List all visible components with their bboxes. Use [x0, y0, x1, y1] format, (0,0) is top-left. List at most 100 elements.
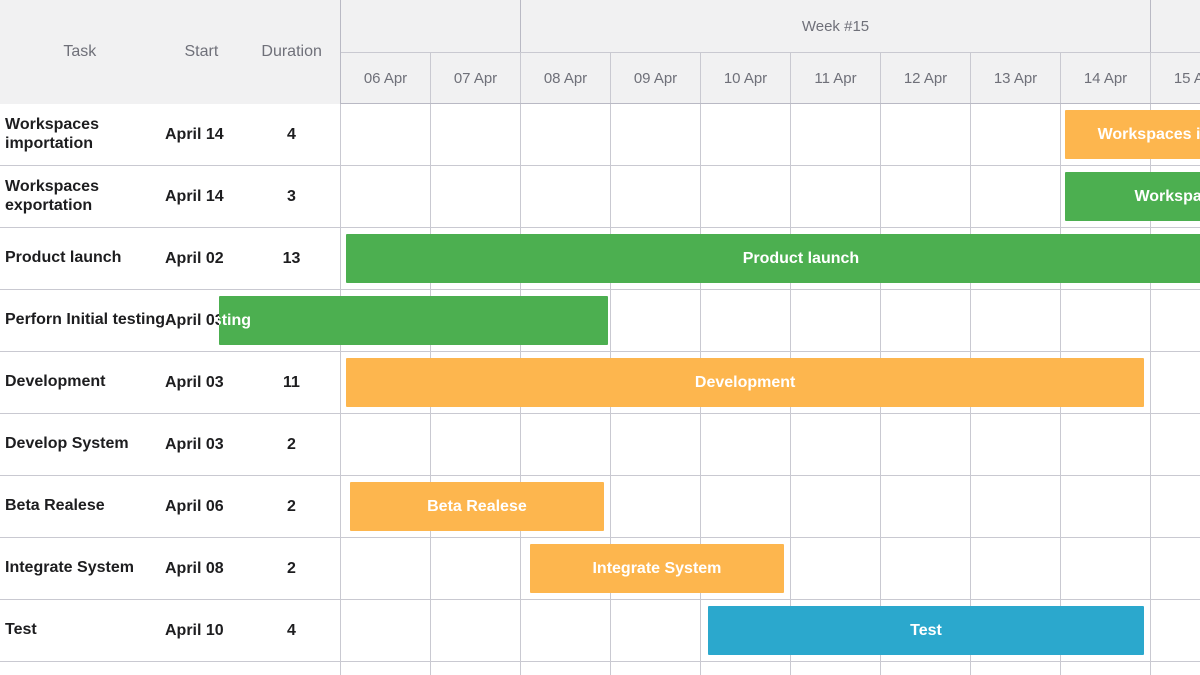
table-row[interactable]: Develop System April 03 2 — [0, 414, 1200, 476]
table-row[interactable]: Beta Realese April 06 2 Beta Realese — [0, 476, 1200, 538]
cell-task-name[interactable]: Workspaces exportation — [0, 178, 165, 216]
day-header-15-apr[interactable]: 15 Apr — [1151, 52, 1200, 103]
grid-line — [610, 662, 611, 675]
grid-line — [790, 166, 791, 227]
grid-line — [610, 414, 611, 475]
cell-duration: 2 — [287, 559, 296, 577]
row-meta: Develop System April 03 2 — [0, 414, 341, 475]
grid-line — [1060, 414, 1061, 475]
cell-duration: 3 — [287, 187, 296, 205]
week-band-next — [1151, 0, 1200, 52]
gantt-bar[interactable]: Perforn Initial testing — [219, 296, 608, 345]
grid-line — [880, 290, 881, 351]
grid-line — [880, 166, 881, 227]
gantt-bar[interactable]: Integrate System — [529, 544, 785, 593]
grid-line — [610, 476, 611, 537]
grid-line — [970, 476, 971, 537]
table-row-partial[interactable] — [0, 662, 1200, 675]
column-header-duration[interactable]: Duration — [243, 43, 340, 61]
cell-duration: 11 — [283, 373, 300, 391]
gantt-bar-label: Workspaces importation — [1097, 125, 1200, 143]
gantt-body[interactable]: Workspaces importation April 14 4 Workspace… — [0, 104, 1200, 675]
table-row[interactable]: Development April 03 11 Development — [0, 352, 1200, 414]
grid-line — [880, 662, 881, 675]
gantt-bar[interactable]: Development — [345, 358, 1145, 407]
day-header-12-apr[interactable]: 12 Apr — [881, 52, 971, 103]
day-header-09-apr[interactable]: 09 Apr — [611, 52, 701, 103]
gantt-bar[interactable]: Product launch — [345, 234, 1200, 283]
cell-task-name[interactable]: Development — [0, 373, 165, 392]
grid-line — [970, 104, 971, 165]
cell-start-date: April 14 — [165, 187, 224, 205]
cell-task-name[interactable]: Integrate System — [0, 559, 165, 578]
grid-line — [340, 166, 341, 227]
grid-line — [790, 476, 791, 537]
cell-duration: 2 — [287, 497, 296, 515]
gantt-bar-label: Perforn Initial testing — [219, 311, 252, 329]
column-header-start[interactable]: Start — [160, 43, 244, 61]
grid-line — [340, 662, 341, 675]
cell-task-name[interactable]: Test — [0, 621, 165, 640]
cell-duration: 4 — [287, 125, 296, 143]
grid-line — [970, 290, 971, 351]
day-header-10-apr[interactable]: 10 Apr — [701, 52, 791, 103]
gantt-bar[interactable]: Test — [707, 606, 1145, 655]
day-header-13-apr[interactable]: 13 Apr — [971, 52, 1061, 103]
grid-line — [970, 538, 971, 599]
grid-line — [700, 662, 701, 675]
table-row[interactable]: Workspaces exportationApril 143Workspace… — [0, 166, 1200, 228]
grid-line — [880, 414, 881, 475]
gantt-bar[interactable]: Beta Realese — [349, 482, 605, 531]
grid-line — [700, 600, 701, 661]
day-header-08-apr[interactable]: 08 Apr — [521, 52, 611, 103]
gantt-bar-label: Beta Realese — [427, 497, 527, 515]
grid-line — [880, 538, 881, 599]
grid-line — [430, 600, 431, 661]
cell-task-name[interactable]: Workspaces importation — [0, 116, 165, 154]
grid-line — [340, 104, 341, 165]
gantt-bar[interactable]: Workspaces exportation — [1065, 172, 1200, 221]
table-row[interactable]: Perforn Initial testingApril 035Perforn … — [0, 290, 1200, 352]
row-meta: Beta Realese April 06 2 — [0, 476, 341, 537]
day-header-06-apr[interactable]: 06 Apr — [341, 52, 431, 103]
grid-line — [790, 414, 791, 475]
cell-task-name[interactable]: Product launch — [0, 249, 165, 268]
day-header-14-apr[interactable]: 14 Apr — [1061, 52, 1151, 103]
cell-duration: 4 — [287, 621, 296, 639]
grid-line — [1060, 538, 1061, 599]
grid-line — [700, 166, 701, 227]
row-meta: Test April 10 4 — [0, 600, 341, 661]
grid-line — [520, 414, 521, 475]
grid-line — [610, 104, 611, 165]
grid-line — [1060, 476, 1061, 537]
cell-start-date: April 06 — [165, 497, 224, 515]
grid-line — [610, 600, 611, 661]
table-row[interactable]: Product launch April 02 13 Product launch — [0, 228, 1200, 290]
cell-task-name[interactable]: Develop System — [0, 435, 165, 454]
day-header-07-apr[interactable]: 07 Apr — [431, 52, 521, 103]
cell-duration: 2 — [287, 435, 296, 453]
grid-line — [430, 414, 431, 475]
cell-task-name[interactable]: Beta Realese — [0, 497, 165, 516]
grid-line — [1060, 104, 1061, 165]
cell-task-name[interactable]: Perforn Initial testing — [0, 311, 165, 330]
gantt-bar[interactable]: Workspaces importation — [1065, 110, 1200, 159]
gantt-bar-label: Workspaces exportation — [1134, 187, 1200, 205]
grid-line — [1150, 476, 1151, 537]
table-row[interactable]: Integrate System April 08 2 Integrate Syste… — [0, 538, 1200, 600]
column-header-task[interactable]: Task — [0, 43, 160, 61]
grid-line — [340, 538, 341, 599]
day-header-11-apr[interactable]: 11 Apr — [791, 52, 881, 103]
grid-line — [790, 662, 791, 675]
grid-line — [340, 228, 341, 289]
gantt-bar-label: Product launch — [742, 249, 860, 267]
table-row[interactable]: Workspaces importation April 14 4 Workspace… — [0, 104, 1200, 166]
grid-line — [520, 600, 521, 661]
table-row[interactable]: Test April 10 4 Test — [0, 600, 1200, 662]
grid-line — [1060, 166, 1061, 227]
cell-start-date: April 10 — [165, 621, 224, 639]
grid-line — [1150, 290, 1151, 351]
grid-line — [1060, 662, 1061, 675]
cell-start-date: April 14 — [165, 125, 224, 143]
grid-line — [520, 538, 521, 599]
